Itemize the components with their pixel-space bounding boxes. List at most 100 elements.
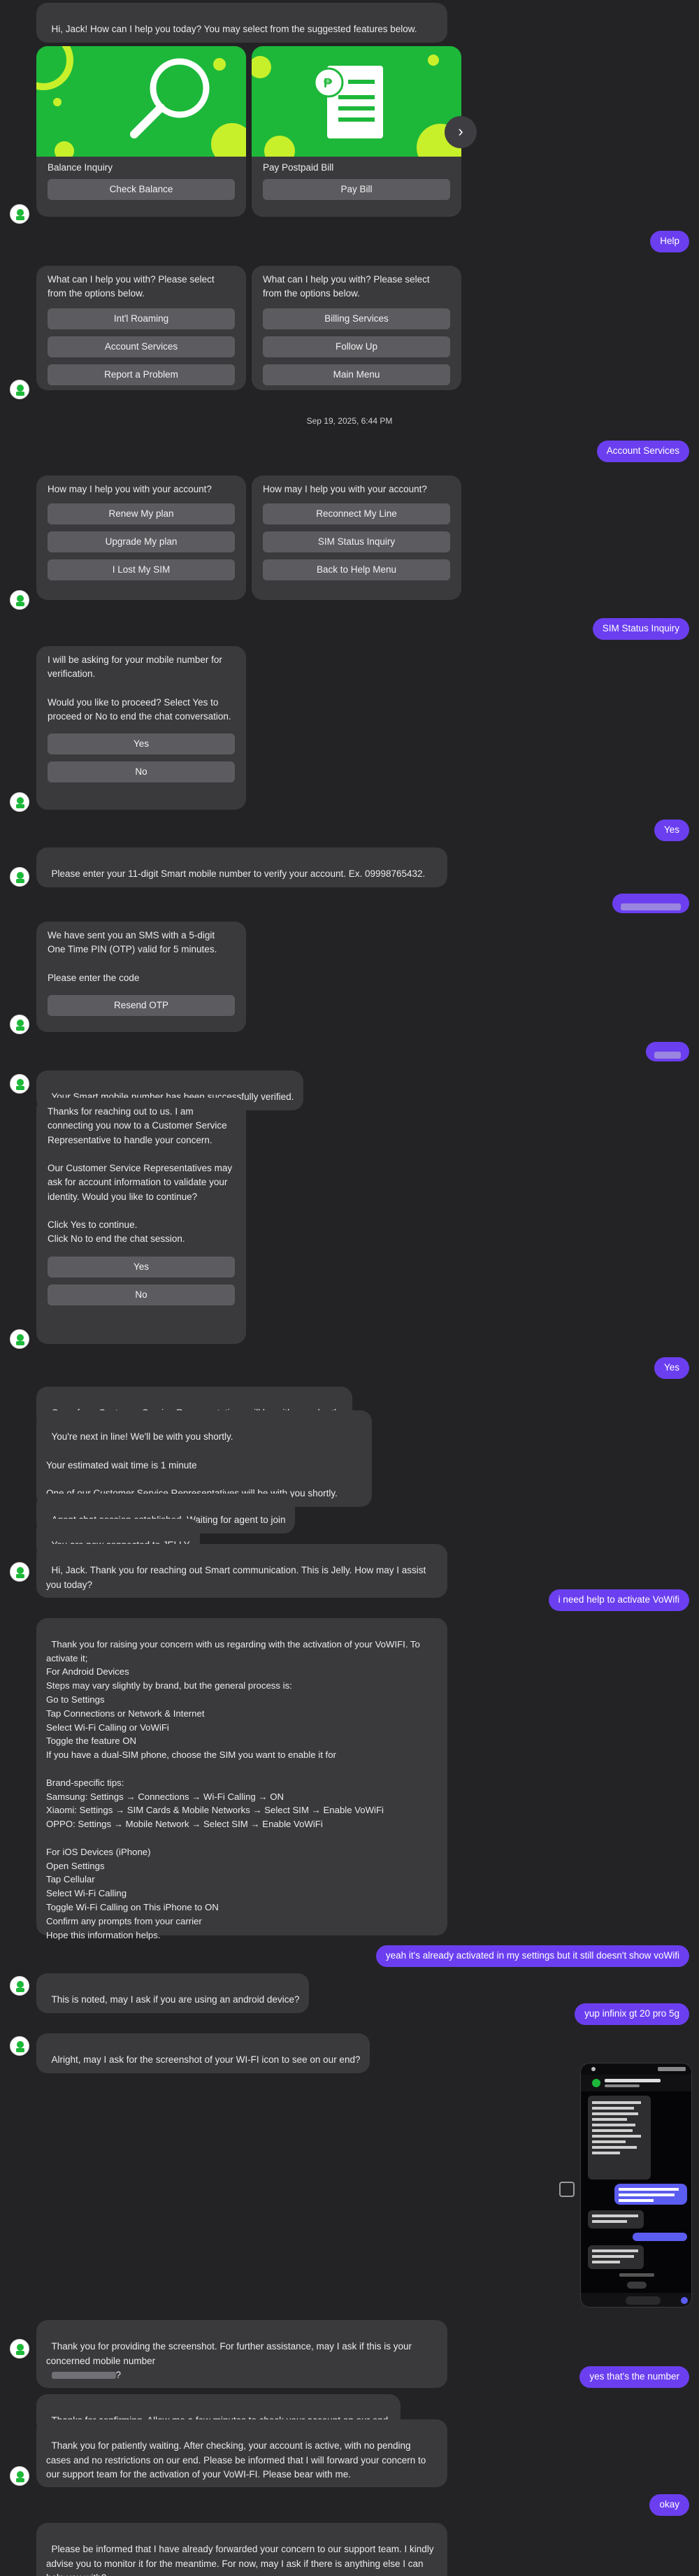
avatar (10, 2036, 29, 2056)
user-message: SIM Status Inquiry (592, 618, 689, 640)
reconnect-line-button[interactable]: Reconnect My Line (263, 503, 450, 525)
bot-message: This is noted, may I ask if you are usin… (36, 1973, 310, 2013)
smart-logo-icon (16, 209, 24, 220)
avatar (10, 867, 29, 887)
user-message: Account Services (596, 441, 689, 462)
bot-message: You're next in line! We'll be with you s… (36, 1410, 372, 1507)
bot-message: Thank you for patiently waiting. After c… (36, 2419, 447, 2487)
user-message: okay (649, 2494, 689, 2516)
android-question-text: This is noted, may I ask if you are usin… (51, 1994, 300, 2005)
user-message: Yes (654, 1357, 689, 1379)
bot-message: Alright, may I ask for the screenshot of… (36, 2033, 370, 2073)
yes-button[interactable]: Yes (48, 734, 235, 755)
forwarded-text: Please be informed that I have already f… (46, 2544, 434, 2576)
account-card-2: How may I help you with your account? Re… (252, 475, 461, 600)
avatar (10, 2339, 29, 2359)
avatar (10, 380, 29, 399)
sim-status-inquiry-button[interactable]: SIM Status Inquiry (263, 531, 450, 553)
greeting-text: Hi, Jack! How can I help you today? You … (51, 24, 417, 35)
patience-text: Thank you for patiently waiting. After c… (46, 2440, 429, 2480)
smart-logo-icon (16, 1981, 24, 1992)
user-message: Yes (654, 820, 689, 841)
yes-button[interactable]: Yes (48, 1256, 235, 1278)
card-prompt: What can I help you with? Please select … (48, 274, 217, 299)
report-problem-button[interactable]: Report a Problem (48, 364, 235, 385)
smart-logo-icon (16, 2471, 24, 2482)
user-message: yeah it's already activated in my settin… (375, 1945, 689, 1967)
upgrade-plan-button[interactable]: Upgrade My plan (48, 531, 235, 553)
smart-logo-icon (16, 1019, 24, 1031)
bot-message: Thank you for providing the screenshot. … (36, 2320, 447, 2388)
intl-roaming-button[interactable]: Int'l Roaming (48, 308, 235, 329)
avatar (10, 2466, 29, 2486)
avatar (10, 792, 29, 812)
card-title: Pay Postpaid Bill (263, 162, 334, 173)
screenshot-request-text: Alright, may I ask for the screenshot of… (51, 2054, 361, 2066)
lost-sim-button[interactable]: I Lost My SIM (48, 559, 235, 581)
user-message: Help (650, 231, 689, 252)
help-card-1: What can I help you with? Please select … (36, 266, 246, 390)
magnifier-icon (36, 46, 246, 157)
pay-bill-button[interactable]: Pay Bill (263, 179, 450, 201)
card-prompt: What can I help you with? Please select … (263, 274, 433, 299)
queue-text: You're next in line! We'll be with you s… (46, 1431, 338, 1499)
redacted-otp-message (646, 1042, 689, 1061)
bill-image: ₱ (252, 46, 461, 157)
main-menu-button[interactable]: Main Menu (263, 364, 450, 385)
card-prompt: Thanks for reaching out to us. I am conn… (48, 1106, 233, 1245)
chevron-right-icon: › (458, 122, 463, 140)
balance-image (36, 46, 246, 157)
bill-peso-icon: ₱ (252, 55, 461, 157)
smart-logo-icon (16, 595, 24, 606)
follow-up-button[interactable]: Follow Up (263, 336, 450, 357)
card-prompt: I will be asking for your mobile number … (48, 654, 231, 722)
smart-logo-icon (16, 1567, 24, 1578)
no-button[interactable]: No (48, 761, 235, 783)
card-prompt: How may I help you with your account? (48, 484, 212, 494)
avatar (10, 1329, 29, 1349)
share-icon[interactable] (559, 2182, 575, 2197)
verify-card: I will be asking for your mobile number … (36, 646, 246, 810)
card-prompt: We have sent you an SMS with a 5-digit O… (48, 930, 217, 983)
account-services-button[interactable]: Account Services (48, 336, 235, 357)
redacted-number-message (612, 894, 689, 913)
card-prompt: How may I help you with your account? (263, 484, 427, 494)
vowifi-steps-text: Thank you for raising your concern with … (46, 1638, 420, 1940)
thanks-screenshot-text: Thank you for providing the screenshot. … (46, 2341, 415, 2366)
no-button[interactable]: No (48, 1284, 235, 1305)
screenshot-attachment[interactable] (580, 2063, 692, 2307)
smart-logo-icon (16, 1079, 24, 1090)
avatar (10, 590, 29, 610)
carousel-next-button[interactable]: › (445, 116, 477, 148)
check-balance-button[interactable]: Check Balance (48, 179, 235, 201)
avatar (10, 1074, 29, 1094)
bot-message: Please be informed that I have already f… (36, 2523, 447, 2576)
back-to-help-menu-button[interactable]: Back to Help Menu (263, 559, 450, 581)
avatar (10, 1015, 29, 1034)
smart-logo-icon (16, 385, 24, 396)
redacted-number (51, 2372, 116, 2380)
smart-logo-icon (16, 2041, 24, 2052)
bot-message: Hi, Jack! How can I help you today? You … (36, 3, 447, 43)
carousel-card-balance: Balance Inquiry Check Balance (36, 46, 246, 217)
account-card-1: How may I help you with your account? Re… (36, 475, 246, 600)
avatar (10, 1562, 29, 1582)
timestamp: Sep 19, 2025, 6:44 PM (306, 416, 393, 426)
smart-logo-icon (16, 797, 24, 808)
otp-card: We have sent you an SMS with a 5-digit O… (36, 922, 246, 1032)
bot-message: Hi, Jack. Thank you for reaching out Sma… (36, 1544, 447, 1598)
connect-card: Thanks for reaching out to us. I am conn… (36, 1098, 246, 1344)
bot-message: Thank you for raising your concern with … (36, 1618, 447, 1940)
billing-services-button[interactable]: Billing Services (263, 308, 450, 329)
bot-message: Please enter your 11-digit Smart mobile … (36, 847, 447, 887)
user-message: yes that's the number (579, 2366, 689, 2388)
smart-logo-icon (16, 2344, 24, 2355)
renew-plan-button[interactable]: Renew My plan (48, 503, 235, 525)
card-title: Balance Inquiry (48, 162, 113, 173)
user-message: i need help to activate VoWifi (548, 1589, 689, 1611)
jelly-greeting-text: Hi, Jack. Thank you for reaching out Sma… (46, 1565, 428, 1590)
smart-logo-icon (16, 872, 24, 883)
user-message: yup infinix gt 20 pro 5g (575, 2003, 689, 2025)
avatar (10, 1976, 29, 1996)
resend-otp-button[interactable]: Resend OTP (48, 995, 235, 1016)
